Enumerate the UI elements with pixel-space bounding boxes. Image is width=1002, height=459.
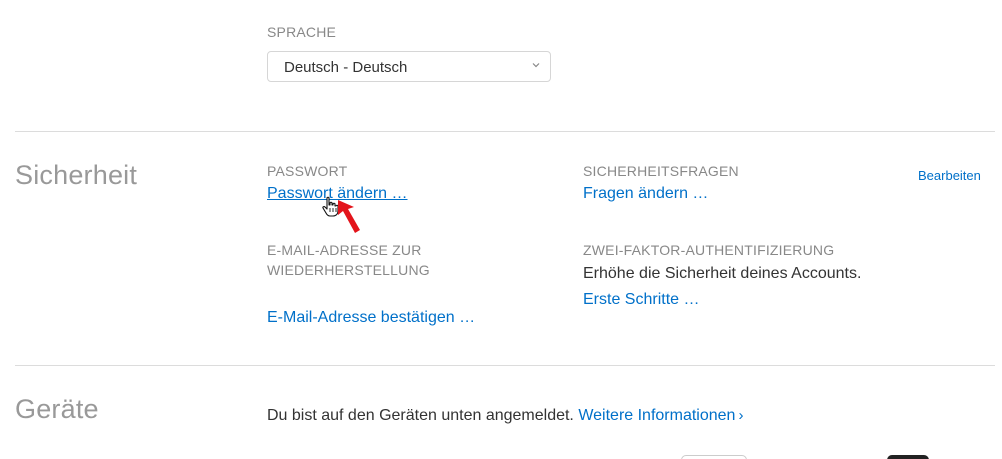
recovery-email-label: E-MAIL-ADRESSE ZUR WIEDERHERSTELLUNG — [267, 240, 430, 280]
two-factor-description: Erhöhe die Sicherheit deines Accounts. — [583, 265, 862, 282]
devices-section-title: Geräte — [15, 394, 99, 424]
password-label: PASSWORT — [267, 163, 348, 179]
verify-email-link[interactable]: E-Mail-Adresse bestätigen … — [267, 309, 475, 327]
language-label: SPRACHE — [267, 24, 337, 40]
more-info-link[interactable]: Weitere Informationen › — [578, 407, 743, 424]
security-section-title: Sicherheit — [15, 160, 138, 190]
more-info-link-label: Weitere Informationen — [578, 407, 736, 424]
red-arrow-pointer-icon — [338, 200, 360, 233]
change-questions-link[interactable]: Fragen ändern … — [583, 185, 708, 203]
language-select-value: Deutsch - Deutsch — [284, 59, 408, 76]
security-edit-button[interactable]: Bearbeiten — [918, 168, 981, 183]
device-button-dark-partial[interactable] — [887, 455, 929, 459]
devices-description: Du bist auf den Geräten unten angemeldet… — [267, 407, 574, 424]
divider-security-devices — [15, 365, 995, 366]
two-factor-label: ZWEI-FAKTOR-AUTHENTIFIZIERUNG — [583, 242, 835, 258]
recovery-email-label-line1: E-MAIL-ADRESSE ZUR — [267, 242, 422, 258]
chevron-right-icon: › — [738, 407, 744, 424]
device-button-partial[interactable] — [681, 455, 747, 459]
two-factor-get-started-link[interactable]: Erste Schritte … — [583, 291, 699, 309]
language-select[interactable]: Deutsch - Deutsch — [267, 51, 551, 82]
divider-language-security — [15, 131, 995, 132]
devices-description-row: Du bist auf den Geräten unten angemeldet… — [267, 407, 743, 425]
recovery-email-label-line2: WIEDERHERSTELLUNG — [267, 262, 430, 278]
chevron-down-icon — [532, 63, 540, 68]
account-settings-page: SPRACHE Deutsch - Deutsch Sicherheit Bea… — [0, 0, 1002, 459]
security-questions-label: SICHERHEITSFRAGEN — [583, 163, 739, 179]
